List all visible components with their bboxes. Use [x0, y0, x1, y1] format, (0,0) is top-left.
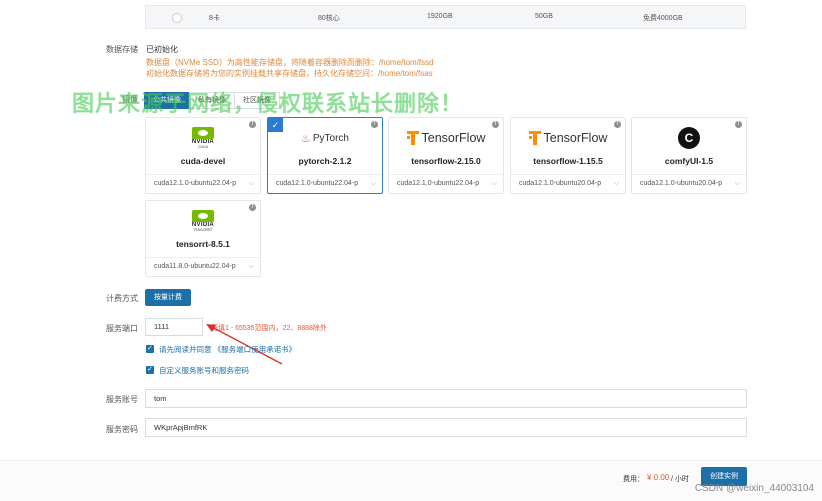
chevron-down-icon: ⌵	[248, 180, 254, 187]
custom-account-text: 自定义服务账号和服务密码	[159, 366, 249, 375]
data-disk-cell: 免费4000GB	[643, 15, 683, 22]
csdn-credit: CSDN @weixin_44003104	[694, 483, 814, 494]
image-card-pytorch[interactable]: ✓ ! ♨ PyTorch pytorch-2.1.2 cuda12.1.0-ub…	[267, 117, 383, 194]
agree-text[interactable]: 请先阅读并同意 《服务端口使用承诺书》	[159, 344, 296, 355]
version-select[interactable]: cuda12.1.0-ubuntu20.04-p ⌵	[511, 174, 625, 193]
gpu-cell: 8卡	[209, 15, 220, 22]
fee-label: 费用：	[623, 476, 644, 483]
image-name: tensorflow-1.15.5	[533, 156, 603, 166]
nvidia-logo: NVIDIA CUDA	[146, 126, 260, 150]
version-select[interactable]: cuda12.1.0-ubuntu20.04-p ⌵	[632, 174, 746, 193]
image-card-cuda-devel[interactable]: ! NVIDIA CUDA cuda-devel cuda12.1.0-ubunt…	[145, 117, 261, 194]
image-name: tensorflow-2.15.0	[411, 156, 481, 166]
agree-checkbox[interactable]: ✓	[146, 345, 154, 353]
version-select[interactable]: cuda11.8.0-ubuntu22.04-p ⌵	[146, 257, 260, 276]
comfyui-logo: C	[632, 126, 746, 150]
chevron-down-icon: ⌵	[491, 180, 497, 187]
row-radio[interactable]	[172, 13, 182, 23]
image-name: pytorch-2.1.2	[298, 156, 352, 166]
chevron-down-icon: ⌵	[613, 180, 619, 187]
tensorflow-logo: TensorFlow	[389, 126, 503, 150]
service-port-input[interactable]: 1111	[145, 318, 203, 336]
service-password-label: 服务密码	[106, 425, 138, 434]
pytorch-logo: ♨ PyTorch	[301, 132, 349, 145]
image-card-tensorflow-2[interactable]: ! TensorFlow tensorflow-2.15.0 cuda12.1.…	[388, 117, 504, 194]
chevron-down-icon: ⌵	[248, 263, 254, 270]
chevron-down-icon: ⌵	[370, 180, 376, 187]
image-name: cuda-devel	[180, 156, 226, 166]
image-name: comfyUI-1.5	[664, 156, 714, 166]
cpu-cell: 80核心	[318, 15, 340, 22]
data-storage-status: 已初始化	[146, 45, 178, 54]
tensorflow-logo: TensorFlow	[511, 126, 625, 150]
nvidia-logo: NVIDIA TENSORRT	[146, 209, 260, 233]
service-port-label: 服务端口	[106, 324, 138, 333]
chevron-down-icon: ⌵	[734, 180, 740, 187]
image-card-tensorrt[interactable]: ! NVIDIA TENSORRT tensorrt-8.5.1 cuda11.8…	[145, 200, 261, 277]
pay-as-you-go-button[interactable]: 按量计费	[145, 289, 191, 306]
spec-table-row[interactable]: 8卡 80核心 1920GB 50GB 免费4000GB	[145, 5, 746, 29]
memory-cell: 1920GB	[427, 13, 453, 20]
data-storage-label: 数据存储	[106, 45, 138, 54]
storage-note-2: 初始化数据存储将为您的实例挂载共享存储盘，持久化存储空间：/home/tom/f…	[146, 69, 433, 78]
custom-account-checkbox[interactable]: ✓	[146, 366, 154, 374]
image-name: tensorrt-8.5.1	[176, 239, 230, 249]
version-select[interactable]: cuda12.1.0-ubuntu22.04-p ⌵	[268, 174, 382, 193]
disk-cell: 50GB	[535, 13, 553, 20]
image-card-comfyui[interactable]: ! C comfyUI-1.5 cuda12.1.0-ubuntu20.04-p…	[631, 117, 747, 194]
fee-unit: / 小时	[671, 476, 689, 483]
fee-value: ¥ 0.00	[647, 473, 670, 482]
service-account-label: 服务账号	[106, 395, 138, 404]
billing-label: 计费方式	[106, 294, 138, 303]
watermark-text: 图片来源于网络，侵权联系站长删除！	[72, 91, 464, 116]
image-card-tensorflow-1[interactable]: ! TensorFlow tensorflow-1.15.5 cuda12.1.…	[510, 117, 626, 194]
footer-bar	[0, 460, 822, 501]
service-password-input[interactable]: WKprApjBmfRK	[145, 418, 747, 437]
service-account-input[interactable]: tom	[145, 389, 747, 408]
version-select[interactable]: cuda12.1.0-ubuntu22.04-p ⌵	[389, 174, 503, 193]
version-select[interactable]: cuda12.1.0-ubuntu22.04-p ⌵	[146, 174, 260, 193]
